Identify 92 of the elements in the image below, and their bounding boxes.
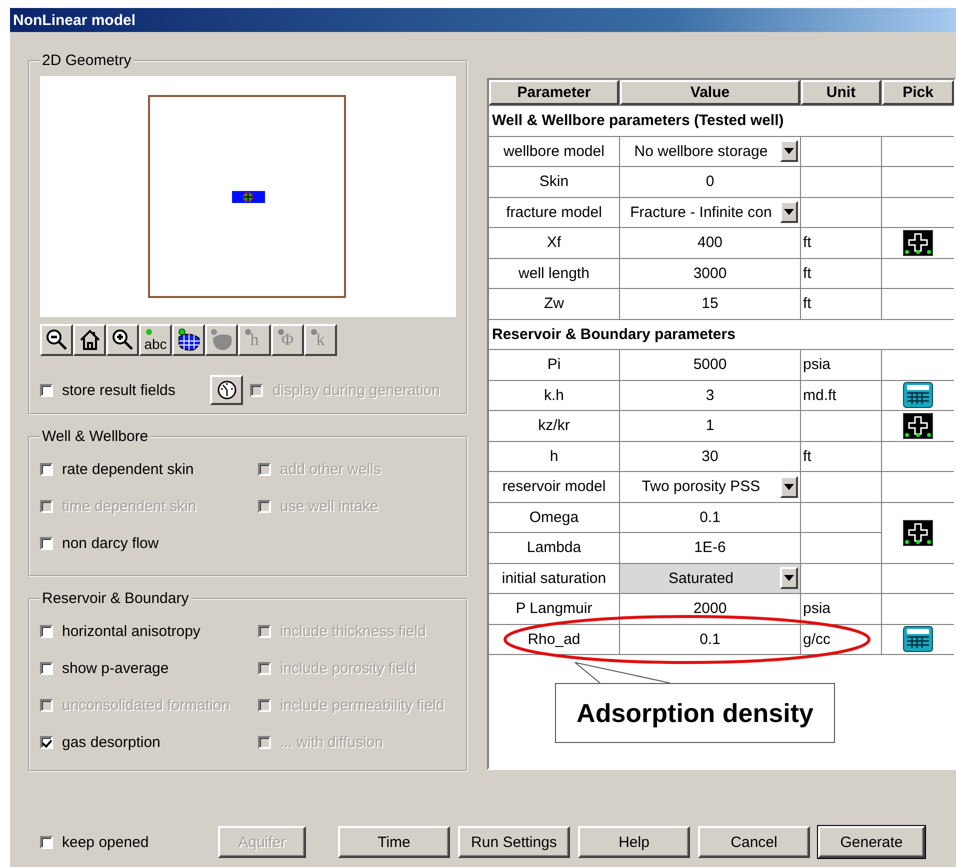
parameter-cell: k.h bbox=[489, 380, 619, 410]
pick-button[interactable] bbox=[903, 412, 933, 439]
parameter-cell: Lambda bbox=[489, 533, 619, 562]
checkbox[interactable] bbox=[40, 836, 53, 848]
blob-icon bbox=[210, 329, 232, 350]
dialog-button[interactable]: Generate bbox=[818, 826, 925, 858]
checkbox-label: gas desorption bbox=[62, 734, 160, 750]
column-header: Unit bbox=[801, 80, 881, 105]
parameter-cell: Skin bbox=[489, 167, 619, 196]
crosshair-icon bbox=[903, 520, 933, 546]
parameter-cell: Omega bbox=[489, 502, 619, 532]
unit-cell: psia bbox=[801, 350, 881, 380]
checkbox-label: keep opened bbox=[62, 834, 149, 850]
unit-cell: ft bbox=[801, 228, 881, 258]
unit-cell: psia bbox=[801, 594, 881, 624]
dropdown-field[interactable]: No wellbore storage bbox=[620, 136, 800, 166]
value-cell[interactable]: 0.1 bbox=[620, 502, 800, 532]
checkbox[interactable] bbox=[40, 384, 53, 396]
value-cell[interactable]: 400 bbox=[620, 228, 800, 258]
parameter-cell: wellbore model bbox=[489, 136, 619, 166]
well-drawing bbox=[232, 191, 265, 203]
zoom-in-icon bbox=[112, 330, 133, 350]
zoom-out-button[interactable] bbox=[40, 324, 73, 356]
dialog-button[interactable]: Run Settings bbox=[458, 826, 570, 858]
group-title: Well & Wellbore bbox=[42, 428, 148, 445]
column-header: Pick bbox=[882, 80, 954, 105]
value-cell[interactable]: 0.1 bbox=[620, 624, 800, 654]
gauge-icon bbox=[218, 380, 236, 400]
parameter-cell: reservoir model bbox=[489, 472, 619, 502]
grid-icon bbox=[178, 328, 200, 351]
dialog-button[interactable]: Help bbox=[578, 826, 690, 858]
gauge-button[interactable] bbox=[210, 375, 244, 405]
pick-button[interactable] bbox=[903, 626, 933, 652]
group-title: Reservoir & Boundary bbox=[42, 590, 189, 607]
unit-cell: ft bbox=[801, 258, 881, 288]
unit-cell: ft bbox=[801, 442, 881, 471]
dropdown-button[interactable] bbox=[780, 140, 798, 162]
checkbox-label: horizontal anisotropy bbox=[62, 622, 200, 640]
value-cell[interactable]: 0 bbox=[620, 167, 800, 196]
pick-button[interactable] bbox=[903, 230, 933, 256]
parameter-cell: Xf bbox=[489, 228, 619, 258]
column-header: Parameter bbox=[489, 80, 619, 105]
value-cell[interactable]: 5000 bbox=[620, 350, 800, 380]
parameter-cell: well length bbox=[489, 258, 619, 288]
zoom-in-button[interactable] bbox=[106, 324, 139, 356]
unit-cell: md.ft bbox=[801, 380, 881, 410]
pick-button[interactable] bbox=[903, 382, 933, 408]
value-cell[interactable]: 3000 bbox=[620, 258, 800, 288]
value-cell[interactable]: 30 bbox=[620, 442, 800, 471]
checkbox-label: show p-average bbox=[62, 660, 169, 676]
checkbox[interactable] bbox=[40, 462, 53, 476]
parameter-cell: Rho_ad bbox=[489, 624, 619, 654]
unit-cell: ft bbox=[801, 289, 881, 318]
checkbox-label: rate dependent skin bbox=[62, 460, 194, 478]
value-cell[interactable]: 15 bbox=[620, 289, 800, 318]
home-button[interactable] bbox=[73, 324, 106, 356]
checkbox[interactable] bbox=[40, 624, 53, 638]
dropdown-field[interactable]: Saturated bbox=[620, 564, 800, 593]
pick-button[interactable] bbox=[903, 520, 933, 546]
dropdown-button[interactable] bbox=[780, 476, 798, 498]
parameter-cell: P Langmuir bbox=[489, 594, 619, 624]
callout: Adsorption density bbox=[555, 683, 835, 743]
checkbox[interactable] bbox=[40, 536, 53, 550]
dropdown-button[interactable] bbox=[780, 201, 798, 224]
parameter-cell: h bbox=[489, 442, 619, 471]
parameter-cell: Pi bbox=[489, 350, 619, 380]
value-cell[interactable]: 3 bbox=[620, 380, 800, 410]
value-cell[interactable]: 1 bbox=[620, 411, 800, 440]
dropdown-field[interactable]: Two porosity PSS bbox=[620, 472, 800, 502]
dropdown-button[interactable] bbox=[780, 567, 798, 590]
parameter-cell: kz/kr bbox=[489, 411, 619, 440]
grid-button[interactable] bbox=[172, 324, 205, 356]
checkbox-label: store result fields bbox=[62, 382, 176, 398]
parameter-cell: Zw bbox=[489, 289, 619, 318]
zoom-out-icon bbox=[46, 330, 67, 350]
value-cell[interactable]: 2000 bbox=[620, 594, 800, 624]
dialog-button[interactable]: Time bbox=[338, 826, 450, 858]
home-icon bbox=[80, 330, 100, 350]
column-header: Value bbox=[620, 80, 800, 105]
window-title: NonLinear model bbox=[13, 12, 136, 28]
checkbox[interactable] bbox=[40, 736, 53, 748]
section-header: Well & Wellbore parameters (Tested well) bbox=[489, 106, 954, 136]
checkbox[interactable] bbox=[40, 662, 53, 674]
parameter-cell: initial saturation bbox=[489, 564, 619, 593]
value-cell[interactable]: 1E-6 bbox=[620, 533, 800, 562]
section-header: Reservoir & Boundary parameters bbox=[489, 320, 954, 349]
dropdown-field[interactable]: Fracture - Infinite con bbox=[620, 198, 800, 227]
dialog-button[interactable]: Cancel bbox=[698, 826, 810, 858]
group-title: 2D Geometry bbox=[42, 52, 132, 69]
parameter-cell: fracture model bbox=[489, 198, 619, 227]
label-button[interactable]: abc bbox=[139, 324, 172, 356]
checkbox-label: non darcy flow bbox=[62, 534, 159, 552]
